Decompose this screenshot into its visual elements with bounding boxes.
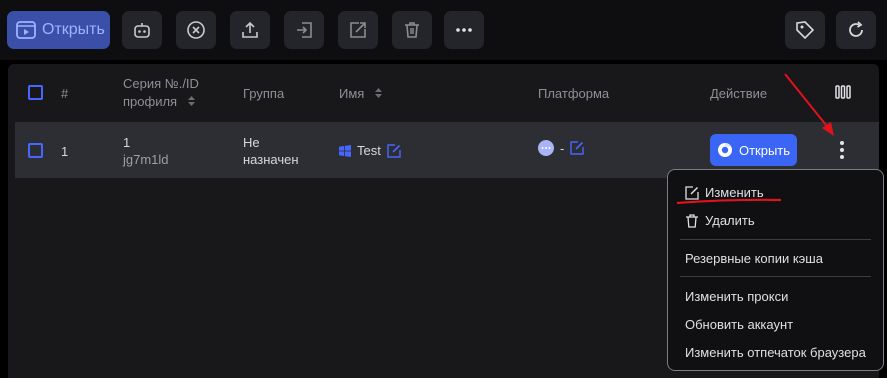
annotation-underline xyxy=(676,198,782,205)
annotation-arrowhead xyxy=(822,122,834,136)
annotation-arrow xyxy=(784,73,831,131)
annotation-overlay xyxy=(676,73,834,205)
